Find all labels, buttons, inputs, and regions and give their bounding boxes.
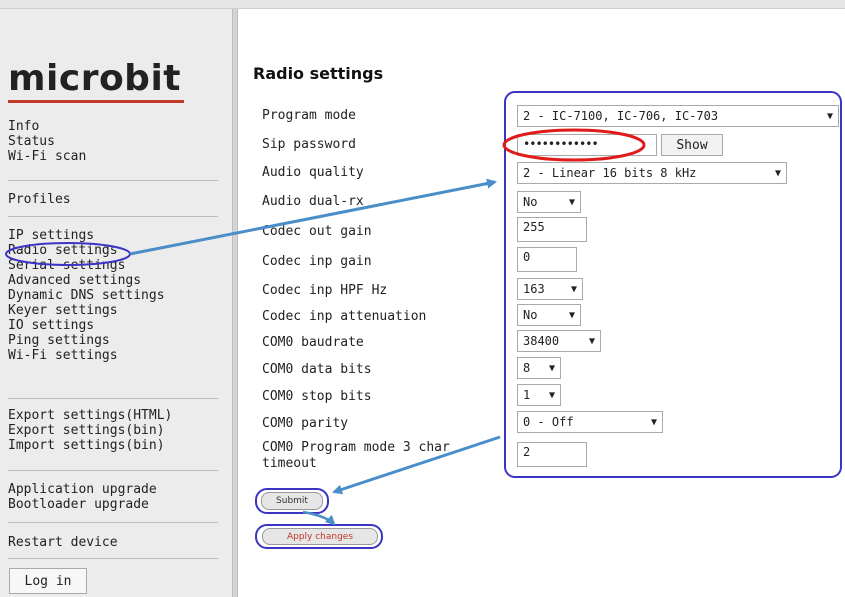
audio-dual-rx-select[interactable]: No ▼ <box>517 191 581 213</box>
dropdown-caret-icon: ▼ <box>548 389 555 401</box>
dropdown-caret-icon: ▼ <box>568 309 575 321</box>
sidebar-divider-1 <box>8 180 218 181</box>
com0-parity-select[interactable]: 0 - Off ▼ <box>517 411 663 433</box>
com0-stop-bits-select[interactable]: 1 ▼ <box>517 384 561 406</box>
dropdown-caret-icon: ▼ <box>568 196 575 208</box>
login-button[interactable]: Log in <box>9 568 87 594</box>
sidebar-item-wifi-scan[interactable]: Wi-Fi scan <box>8 149 218 164</box>
com0-baudrate-select[interactable]: 38400 ▼ <box>517 330 601 352</box>
label-com0-data-bits: COM0 data bits <box>262 362 372 377</box>
com0-parity-value: 0 - Off <box>523 415 574 429</box>
page-title: Radio settings <box>253 64 384 83</box>
sidebar-divider-5 <box>8 522 218 523</box>
com0-data-bits-value: 8 <box>523 361 531 375</box>
com0-baudrate-value: 38400 <box>523 334 560 348</box>
sidebar-divider-3 <box>8 398 218 399</box>
com0-char-timeout-input[interactable]: 2 <box>517 442 587 467</box>
sidebar-divider-6 <box>8 558 218 559</box>
program-mode-select[interactable]: 2 - IC-7100, IC-706, IC-703 ▼ <box>517 105 839 127</box>
sidebar-item-ping-settings[interactable]: Ping settings <box>8 333 218 348</box>
sip-password-field[interactable]: •••••••••••• <box>517 134 657 156</box>
sidebar-item-export-bin[interactable]: Export settings(bin) <box>8 423 218 438</box>
dropdown-caret-icon: ▼ <box>588 335 595 347</box>
menu-group-settings: IP settings Radio settings Serial settin… <box>8 228 218 363</box>
dropdown-caret-icon: ▼ <box>548 362 555 374</box>
sidebar-item-dynamic-dns-settings[interactable]: Dynamic DNS settings <box>8 288 218 303</box>
menu-group-restart: Restart device <box>8 535 218 550</box>
label-audio-dual-rx: Audio dual-rx <box>262 194 364 209</box>
sidebar-item-wifi-settings[interactable]: Wi-Fi settings <box>8 348 218 363</box>
label-com0-baudrate: COM0 baudrate <box>262 335 364 350</box>
sidebar-item-export-html[interactable]: Export settings(HTML) <box>8 408 218 423</box>
codec-inp-attenuation-select[interactable]: No ▼ <box>517 304 581 326</box>
sidebar-item-ip-settings[interactable]: IP settings <box>8 228 218 243</box>
sidebar-divider <box>232 9 238 597</box>
codec-inp-hpf-value: 163 <box>523 282 545 296</box>
sidebar-divider-4 <box>8 470 218 471</box>
audio-quality-select[interactable]: 2 - Linear 16 bits 8 kHz ▼ <box>517 162 787 184</box>
com0-stop-bits-value: 1 <box>523 388 531 402</box>
sidebar-divider-2 <box>8 216 218 217</box>
apply-changes-button[interactable]: Apply changes <box>262 528 378 545</box>
sidebar-item-profiles[interactable]: Profiles <box>8 192 218 207</box>
codec-out-gain-input[interactable]: 255 <box>517 217 587 242</box>
top-strip <box>0 0 845 9</box>
logo-underline <box>8 100 184 103</box>
dropdown-caret-icon: ▼ <box>650 416 657 428</box>
label-com0-parity: COM0 parity <box>262 416 349 431</box>
sidebar-item-application-upgrade[interactable]: Application upgrade <box>8 482 218 497</box>
label-com0-char-timeout-line2: timeout <box>262 456 317 471</box>
label-audio-quality: Audio quality <box>262 165 364 180</box>
menu-group-export: Export settings(HTML) Export settings(bi… <box>8 408 218 453</box>
sidebar-item-radio-settings[interactable]: Radio settings <box>8 243 218 258</box>
label-codec-inp-gain: Codec inp gain <box>262 254 372 269</box>
label-program-mode: Program mode <box>262 108 356 123</box>
label-com0-char-timeout-line1: COM0 Program mode 3 char <box>262 440 450 455</box>
sidebar-item-bootloader-upgrade[interactable]: Bootloader upgrade <box>8 497 218 512</box>
dropdown-caret-icon: ▼ <box>774 167 781 179</box>
arrow-to-apply <box>302 510 336 526</box>
sidebar-item-serial-settings[interactable]: Serial settings <box>8 258 218 273</box>
menu-group-profiles: Profiles <box>8 192 218 207</box>
logo: microbit <box>8 58 181 99</box>
program-mode-value: 2 - IC-7100, IC-706, IC-703 <box>523 109 719 123</box>
dropdown-caret-icon: ▼ <box>570 283 577 295</box>
label-com0-stop-bits: COM0 stop bits <box>262 389 372 404</box>
com0-data-bits-select[interactable]: 8 ▼ <box>517 357 561 379</box>
label-codec-inp-hpf: Codec inp HPF Hz <box>262 283 388 298</box>
sidebar-item-restart-device[interactable]: Restart device <box>8 535 218 550</box>
label-sip-password: Sip password <box>262 137 356 152</box>
codec-inp-attenuation-value: No <box>523 308 538 322</box>
audio-quality-value: 2 - Linear 16 bits 8 kHz <box>523 166 697 180</box>
sidebar-item-io-settings[interactable]: IO settings <box>8 318 218 333</box>
show-password-button[interactable]: Show <box>661 134 723 156</box>
codec-inp-hpf-select[interactable]: 163 ▼ <box>517 278 583 300</box>
audio-dual-rx-value: No <box>523 195 538 209</box>
sidebar-item-import-bin[interactable]: Import settings(bin) <box>8 438 218 453</box>
sidebar-item-keyer-settings[interactable]: Keyer settings <box>8 303 218 318</box>
menu-group-status: Info Status Wi-Fi scan <box>8 119 218 164</box>
dropdown-caret-icon: ▼ <box>826 110 833 122</box>
menu-group-upgrade: Application upgrade Bootloader upgrade <box>8 482 218 512</box>
submit-button[interactable]: Submit <box>261 492 323 510</box>
label-codec-out-gain: Codec out gain <box>262 224 372 239</box>
label-codec-inp-attenuation: Codec inp attenuation <box>262 309 427 324</box>
sidebar-item-status[interactable]: Status <box>8 134 218 149</box>
sidebar-item-info[interactable]: Info <box>8 119 218 134</box>
codec-inp-gain-input[interactable]: 0 <box>517 247 577 272</box>
sidebar-item-advanced-settings[interactable]: Advanced settings <box>8 273 218 288</box>
